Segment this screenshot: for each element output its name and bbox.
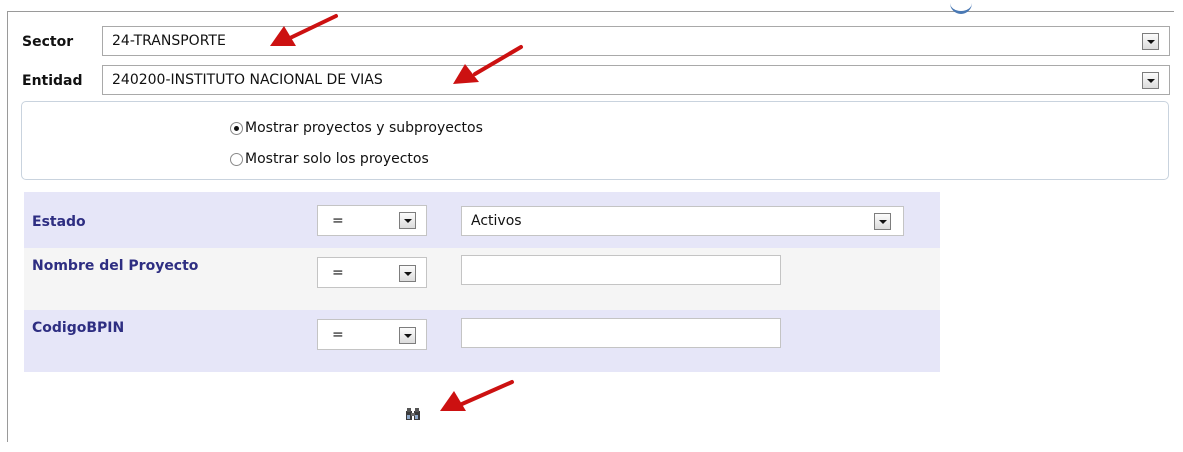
red-arrow-icon <box>453 45 523 84</box>
operator-value: = <box>332 265 344 281</box>
radio-label: Mostrar proyectos y subproyectos <box>245 120 483 136</box>
radio-label: Mostrar solo los proyectos <box>245 151 429 167</box>
filter-row-codigo-bpin: CodigoBPIN = <box>24 310 940 372</box>
sector-label: Sector <box>22 34 74 50</box>
red-arrow-icon <box>270 14 338 46</box>
sector-select-value: 24-TRANSPORTE <box>112 33 226 49</box>
entidad-select[interactable]: 240200-INSTITUTO NACIONAL DE VIAS <box>102 65 1170 95</box>
radio-checked-icon[interactable] <box>230 122 243 135</box>
estado-value: Activos <box>471 213 522 229</box>
operator-value: = <box>332 327 344 343</box>
chevron-down-icon[interactable] <box>399 212 416 229</box>
filter-label-nombre-proyecto: Nombre del Proyecto <box>32 258 199 274</box>
chevron-down-icon[interactable] <box>399 265 416 282</box>
operator-select-codigo-bpin[interactable]: = <box>317 319 427 350</box>
operator-value: = <box>332 213 344 229</box>
chevron-down-icon[interactable] <box>399 327 416 344</box>
binoculars-icon[interactable] <box>405 407 421 421</box>
chevron-down-icon[interactable] <box>1142 72 1159 89</box>
red-arrow-icon <box>440 380 514 411</box>
filter-row-estado: Estado = Activos <box>24 192 940 248</box>
radio-option-projects-only[interactable]: Mostrar solo los proyectos <box>230 151 429 167</box>
entidad-select-value: 240200-INSTITUTO NACIONAL DE VIAS <box>112 72 383 88</box>
nombre-proyecto-input[interactable] <box>461 255 781 285</box>
radio-unchecked-icon[interactable] <box>230 153 243 166</box>
filter-row-nombre-proyecto: Nombre del Proyecto = <box>24 248 940 310</box>
display-options-panel: Mostrar proyectos y subproyectos Mostrar… <box>21 101 1169 180</box>
radio-option-projects-and-subprojects[interactable]: Mostrar proyectos y subproyectos <box>230 120 483 136</box>
codigo-bpin-input[interactable] <box>461 318 781 348</box>
chevron-down-icon[interactable] <box>1142 33 1159 50</box>
operator-select-nombre-proyecto[interactable]: = <box>317 257 427 288</box>
chevron-down-icon[interactable] <box>874 213 891 230</box>
filter-label-codigo-bpin: CodigoBPIN <box>32 320 125 336</box>
operator-select-estado[interactable]: = <box>317 205 427 236</box>
estado-value-select[interactable]: Activos <box>461 206 904 236</box>
filter-label-estado: Estado <box>32 214 86 230</box>
entidad-label: Entidad <box>22 73 83 89</box>
